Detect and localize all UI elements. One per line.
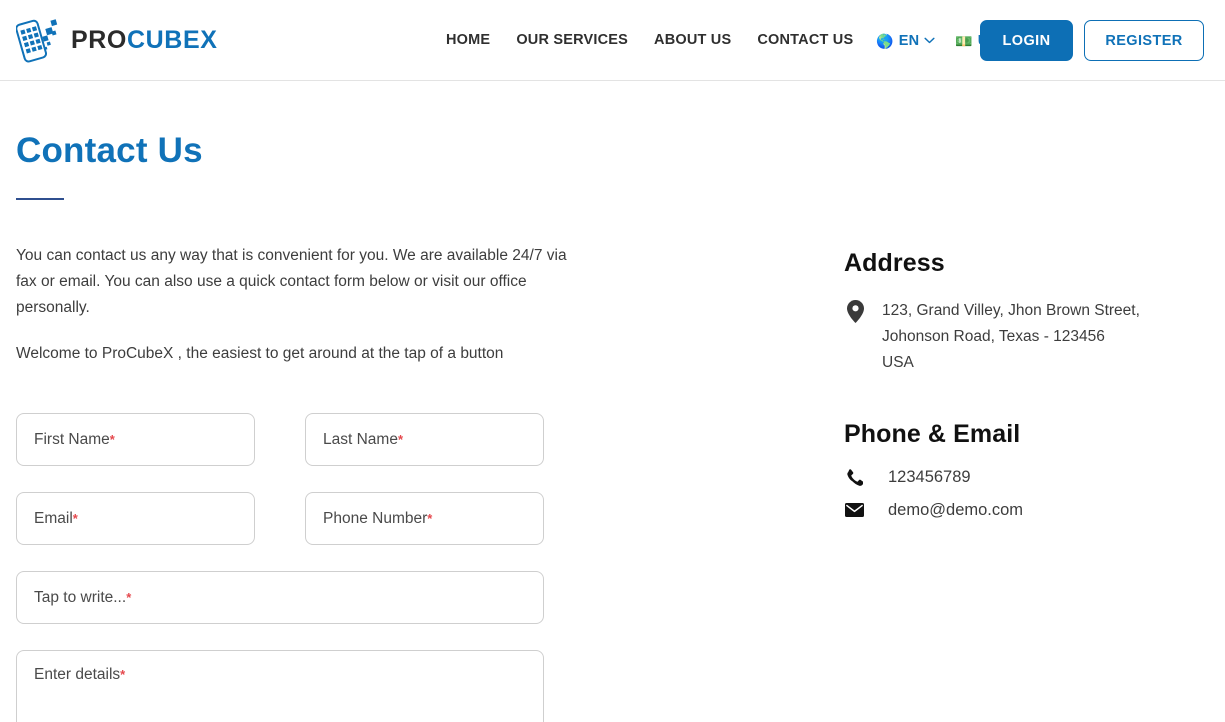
language-selector[interactable]: 🌎 EN — [866, 33, 945, 49]
chevron-down-icon — [924, 37, 935, 44]
nav-link-our-services[interactable]: OUR SERVICES — [503, 33, 641, 48]
last-name-required-mark: * — [397, 432, 404, 447]
address-text: 123, Grand Villey, Jhon Brown Street, Jo… — [882, 298, 1140, 376]
auth-button-group: LOGIN REGISTER — [980, 0, 1204, 81]
language-selector-value: EN — [898, 32, 920, 49]
page-title: Contact Us — [16, 131, 203, 170]
first-name-required-mark: * — [109, 432, 115, 447]
logo-text-cubex: CUBEX — [126, 25, 218, 54]
form-row-name: First Name * Last Name * — [16, 413, 844, 466]
first-name-input[interactable]: First Name * — [16, 413, 255, 466]
address-line-3: USA — [882, 354, 914, 371]
email-text: demo@demo.com — [888, 501, 1024, 519]
last-name-placeholder: Last Name — [323, 430, 398, 448]
email-required-mark: * — [72, 511, 78, 526]
phone-row[interactable]: 123456789 — [844, 469, 1209, 486]
first-name-placeholder: First Name — [34, 430, 110, 448]
address-line-2: Johonson Road, Texas - 123456 — [882, 328, 1105, 345]
phone-number-required-mark: * — [427, 511, 433, 526]
email-input[interactable]: Email * — [16, 492, 255, 545]
title-accent-rule — [16, 198, 64, 200]
phone-number-text: 123456789 — [888, 468, 971, 487]
nav-link-home[interactable]: HOME — [446, 33, 503, 48]
phone-number-placeholder: Phone Number — [323, 509, 428, 527]
money-icon: 💵 — [955, 32, 973, 49]
address-line-1: 123, Grand Villey, Jhon Brown Street, — [882, 302, 1140, 319]
email-row[interactable]: demo@demo.com — [844, 502, 1209, 519]
logo-link[interactable]: PROCUBEX — [16, 16, 218, 64]
form-row-contact: Email * Phone Number * — [16, 492, 844, 545]
subject-placeholder: Tap to write... — [34, 588, 127, 606]
address-section-title: Address — [844, 249, 945, 277]
address-row: 123, Grand Villey, Jhon Brown Street, Jo… — [844, 298, 1209, 376]
last-name-input[interactable]: Last Name * — [305, 413, 544, 466]
details-placeholder: Enter details — [34, 666, 121, 683]
envelope-icon — [844, 503, 864, 518]
phone-number-input[interactable]: Phone Number * — [305, 492, 544, 545]
nav-link-contact-us[interactable]: CONTACT US — [744, 33, 866, 48]
main-navigation: HOME OUR SERVICES ABOUT US CONTACT US 🌎 … — [446, 0, 1035, 81]
contact-page: Contact Us You can contact us any way th… — [0, 81, 1225, 722]
site-header: PROCUBEX HOME OUR SERVICES ABOUT US CONT… — [0, 0, 1225, 81]
login-button[interactable]: LOGIN — [980, 20, 1073, 61]
contact-section: Phone & Email 123456789 demo@demo.com — [844, 422, 1209, 519]
logo-wordmark: PROCUBEX — [71, 25, 218, 54]
contact-info-column: Address 123, Grand Villey, Jhon Brown St… — [844, 243, 1209, 535]
subject-input[interactable]: Tap to write... * — [16, 571, 544, 624]
contact-form-column: You can contact us any way that is conve… — [16, 243, 844, 722]
details-required-mark: * — [120, 667, 126, 682]
page-content: You can contact us any way that is conve… — [16, 243, 1209, 722]
contact-form: First Name * Last Name * Email * Phone Numb… — [16, 413, 844, 722]
location-pin-icon — [844, 298, 866, 323]
globe-icon: 🌎 — [876, 32, 894, 49]
subject-required-mark: * — [126, 590, 132, 605]
procubex-cube-phone-icon — [16, 19, 58, 63]
intro-paragraph-2: Welcome to ProCubeX , the easiest to get… — [16, 345, 504, 362]
email-placeholder: Email — [34, 509, 73, 527]
form-row-subject: Tap to write... * — [16, 571, 844, 624]
register-button[interactable]: REGISTER — [1084, 20, 1204, 61]
form-row-details: Enter details * — [16, 650, 844, 722]
intro-paragraph-1: You can contact us any way that is conve… — [16, 247, 567, 316]
logo-text-pro: PRO — [71, 25, 127, 54]
phone-icon — [844, 469, 864, 486]
nav-link-about-us[interactable]: ABOUT US — [641, 33, 744, 48]
contact-section-title: Phone & Email — [844, 420, 1021, 448]
details-textarea[interactable]: Enter details * — [16, 650, 544, 722]
